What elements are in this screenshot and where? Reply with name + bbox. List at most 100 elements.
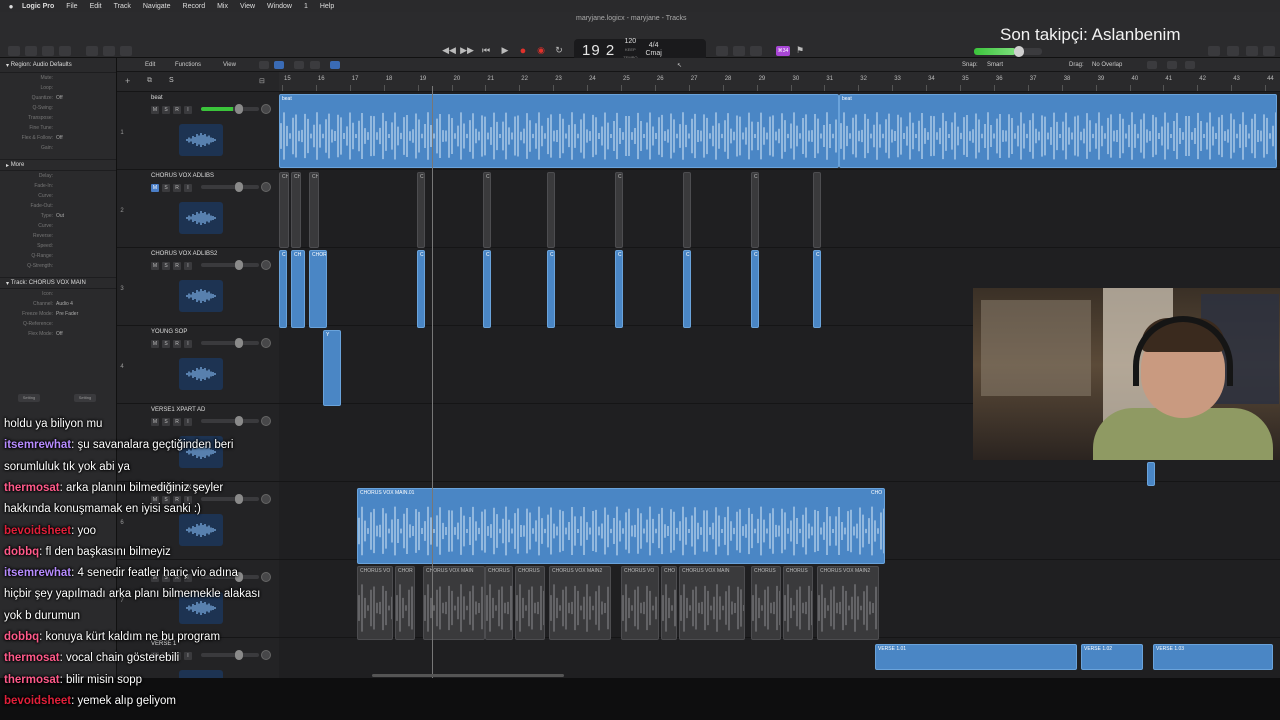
track-param-row[interactable]: Flex Mode: Off <box>0 329 116 339</box>
region-param-row-value[interactable]: Off <box>56 95 63 101</box>
editors-button[interactable] <box>103 46 115 56</box>
more-section-header[interactable]: ▸ More <box>0 159 116 171</box>
audio-region[interactable]: CHO <box>661 566 677 640</box>
menu-logic-pro[interactable]: Logic Pro <box>16 3 60 10</box>
audio-region[interactable]: CHORUS VOX MAIN2 <box>817 566 879 640</box>
toolbar-button[interactable] <box>42 46 54 56</box>
notes-button[interactable] <box>1227 46 1239 56</box>
audio-region[interactable]: C <box>751 250 759 328</box>
zoom-button[interactable] <box>1185 61 1195 69</box>
track-volume-slider[interactable] <box>201 260 259 270</box>
tracks-menu-functions[interactable]: Functions <box>175 62 201 68</box>
more-param-row[interactable]: Curve: <box>0 191 116 201</box>
track-header[interactable]: 3 CHORUS VOX ADLIBS2 M S R I <box>117 248 279 326</box>
snap-select[interactable]: Smart <box>987 62 1003 68</box>
audio-region[interactable]: CH <box>483 172 491 248</box>
region-param-row[interactable]: Fine Tune: <box>0 123 116 133</box>
track-pan-knob[interactable] <box>261 338 271 348</box>
catch-button[interactable] <box>330 61 340 69</box>
timeline-ruler[interactable]: 15 16 17 18 19 20 21 22 23 24 25 26 27 28 29 30 31 32 33 34… <box>279 72 1280 92</box>
track-volume-knob[interactable] <box>235 338 243 348</box>
audio-region[interactable]: beat <box>279 94 839 168</box>
region-param-row[interactable]: Loop: <box>0 83 116 93</box>
mute-button[interactable]: M <box>151 106 159 114</box>
track-name[interactable]: beat <box>151 95 163 101</box>
menu-file[interactable]: File <box>60 3 83 10</box>
audio-region[interactable]: CHORUS <box>751 566 781 640</box>
automation-button[interactable] <box>310 61 320 69</box>
solo-button[interactable]: S <box>162 262 170 270</box>
track-param-row[interactable]: Freeze Mode: Pre Fader <box>0 309 116 319</box>
smart-controls-button[interactable] <box>59 46 71 56</box>
track-volume-knob[interactable] <box>235 182 243 192</box>
audio-region[interactable] <box>1147 462 1155 486</box>
track-options-icon[interactable]: ⊟ <box>259 77 265 85</box>
library-button[interactable] <box>8 46 20 56</box>
track-lane[interactable] <box>279 170 1280 248</box>
track-name[interactable]: YOUNG SOP <box>151 329 187 335</box>
more-param-row[interactable]: Delay: <box>0 171 116 181</box>
more-param-row[interactable]: Reverse: <box>0 231 116 241</box>
solo-button[interactable]: S <box>162 184 170 192</box>
region-inspector-header[interactable]: ▾ Region: Audio Defaults <box>0 58 116 73</box>
track-name[interactable]: VERSE1 XPART AD <box>151 407 205 413</box>
capture-record-icon[interactable]: ◉ <box>535 45 547 56</box>
audio-region[interactable]: CHORUS VO <box>621 566 659 640</box>
drag-select[interactable]: No Overlap <box>1092 62 1122 68</box>
track-volume-slider[interactable] <box>201 104 259 114</box>
tuner-button[interactable] <box>716 46 728 56</box>
count-in-icon[interactable]: ⚑ <box>794 45 806 56</box>
more-param-row[interactable]: Q-Strength: <box>0 261 116 271</box>
audio-region[interactable]: CHORUS VOX MAIN2 <box>549 566 611 640</box>
solo-button[interactable] <box>733 46 745 56</box>
audio-region[interactable]: CHORUS VO <box>357 566 393 640</box>
audio-region[interactable]: beat <box>839 94 1277 168</box>
audio-region[interactable] <box>813 172 821 248</box>
list-editors-button[interactable] <box>1208 46 1220 56</box>
pointer-icon[interactable]: ↖ <box>677 62 682 69</box>
audio-region[interactable]: CHORUS VOX MAIN <box>679 566 745 640</box>
menu-track[interactable]: Track <box>108 3 137 10</box>
input-monitor-button[interactable]: I <box>184 262 192 270</box>
track-name[interactable]: CHORUS VOX ADLIBS <box>151 173 214 179</box>
more-param-row[interactable]: Fade-In: <box>0 181 116 191</box>
audio-region[interactable]: CH <box>279 250 287 328</box>
more-param-row[interactable]: Type: Out <box>0 211 116 221</box>
global-solo-button[interactable]: S <box>169 77 174 84</box>
record-enable-button[interactable]: R <box>173 184 181 192</box>
menu-help[interactable]: Help <box>314 3 340 10</box>
track-param-row-value[interactable]: Pre Fader <box>56 311 78 317</box>
duplicate-track-icon[interactable]: ⧉ <box>147 77 152 85</box>
audio-region[interactable]: CHORUS <box>783 566 813 640</box>
input-monitor-button[interactable]: I <box>184 184 192 192</box>
audio-region[interactable]: CH <box>291 172 301 248</box>
apple-icon[interactable]: ● <box>6 2 16 11</box>
setting-button-right[interactable]: Setting <box>74 394 96 402</box>
mute-button[interactable]: M <box>151 340 159 348</box>
audio-region[interactable]: CH <box>615 172 623 248</box>
cpu-badge[interactable]: ⌘34 <box>776 46 790 56</box>
browsers-button[interactable] <box>1263 46 1275 56</box>
audio-region[interactable]: CH <box>417 172 425 248</box>
audio-region[interactable]: Y <box>323 330 341 406</box>
audio-region[interactable] <box>683 172 691 248</box>
audio-region[interactable]: CH <box>291 250 305 328</box>
track-inspector-header[interactable]: ▾ Track: CHORUS VOX MAIN <box>0 277 116 289</box>
tracks-menu-edit[interactable]: Edit <box>145 62 155 68</box>
menu-edit[interactable]: Edit <box>84 3 108 10</box>
master-volume-knob[interactable] <box>1014 46 1024 57</box>
audio-region[interactable]: CH <box>751 172 759 248</box>
menu-mix[interactable]: Mix <box>211 3 234 10</box>
region-param-row[interactable]: Transpose: <box>0 113 116 123</box>
cycle-icon[interactable]: ↻ <box>553 45 565 56</box>
track-pan-knob[interactable] <box>261 260 271 270</box>
record-icon[interactable]: ● <box>517 45 529 57</box>
waveform-zoom-button[interactable] <box>1147 61 1157 69</box>
more-param-row[interactable]: Fade-Out: <box>0 201 116 211</box>
track-param-row-value[interactable]: Audio 4 <box>56 301 73 307</box>
menu-navigate[interactable]: Navigate <box>137 3 177 10</box>
record-enable-button[interactable]: R <box>173 340 181 348</box>
master-volume-slider[interactable] <box>974 46 1042 57</box>
audio-region[interactable]: CH <box>279 172 289 248</box>
track-volume-knob[interactable] <box>235 260 243 270</box>
